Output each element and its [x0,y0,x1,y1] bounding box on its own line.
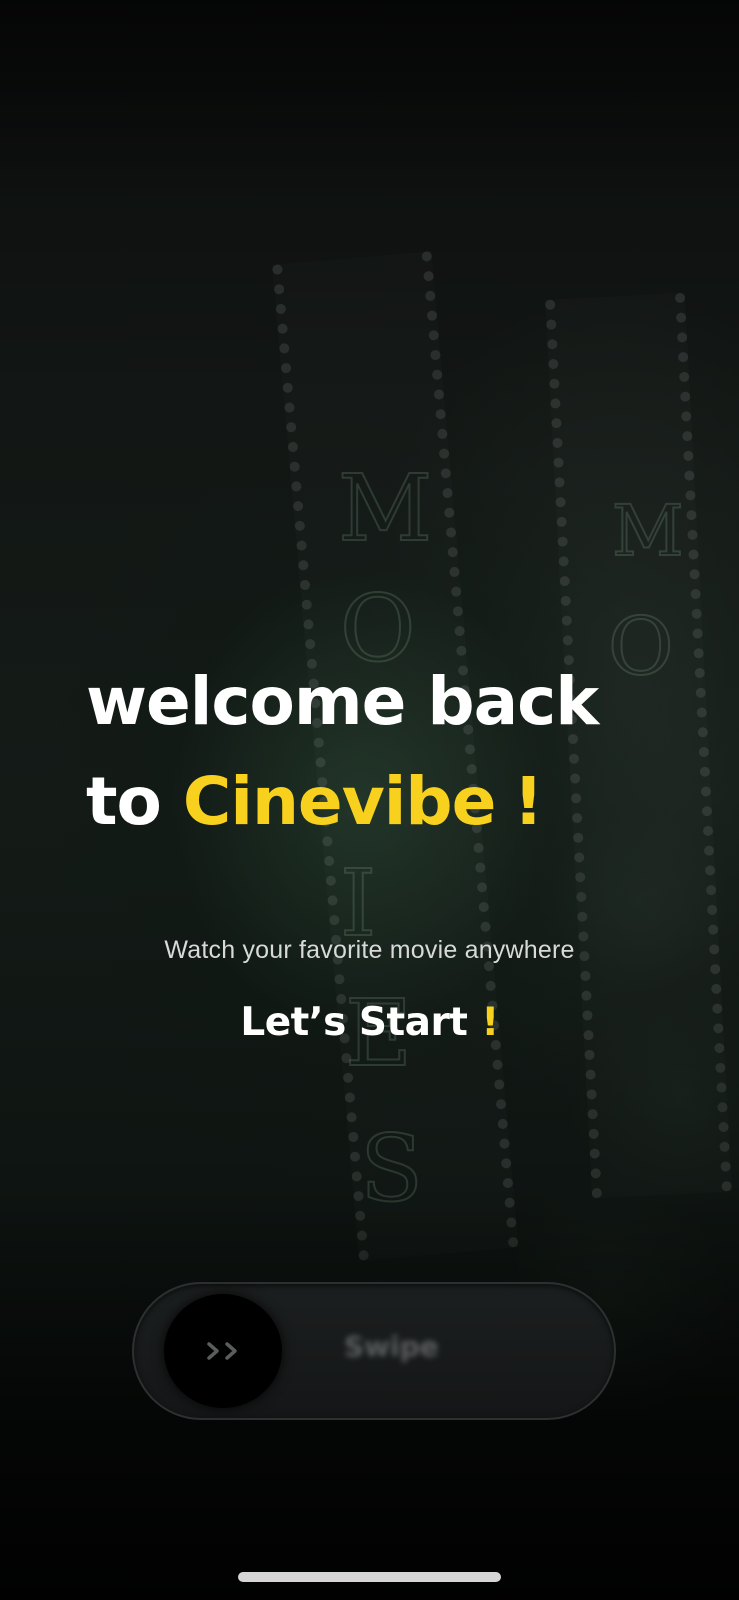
welcome-screen: M O I E S M O welcome back to Cinevibe! … [0,0,739,1600]
background-neon-letter: M [337,454,433,563]
cta-heading: Let’s Start! [0,1000,739,1045]
headline-line-2: to Cinevibe! [86,752,686,852]
swipe-label: Swipe [344,1330,439,1363]
background-top-fade [0,0,739,200]
headline-line-1: welcome back [86,663,599,740]
headline-prefix: to [86,763,162,840]
subtitle: Watch your favorite movie anywhere [164,936,575,964]
cta-label: Let’s Start [240,1000,468,1045]
swipe-to-start-slider[interactable]: Swipe [132,1282,616,1420]
brand-name: Cinevibe [182,763,496,840]
background-neon-letter: M [611,489,685,573]
swipe-handle[interactable] [164,1294,282,1408]
home-indicator[interactable] [238,1572,501,1582]
double-chevron-right-icon [207,1342,237,1360]
headline-exclamation: ! [513,763,543,840]
welcome-headline: welcome back to Cinevibe! [86,652,686,852]
cta-exclamation: ! [481,1000,499,1045]
